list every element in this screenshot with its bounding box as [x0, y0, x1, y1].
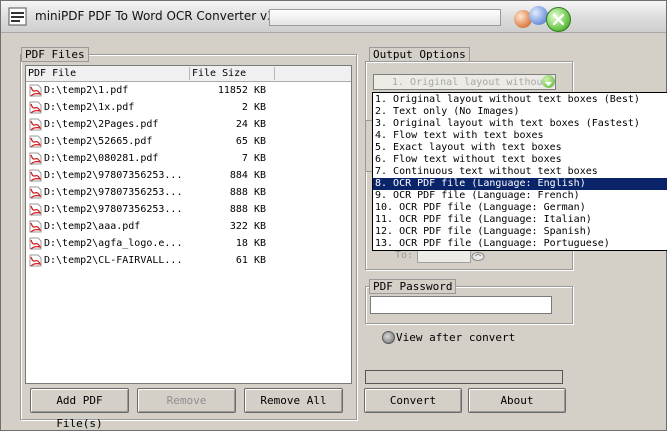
table-row[interactable]: D:\temp2\2Pages.pdf 24 KB — [26, 116, 351, 133]
file-name: D:\temp2\97807356253... — [44, 204, 183, 215]
file-size: 884 KB — [229, 170, 266, 181]
file-size: 61 KB — [235, 255, 266, 266]
file-name: D:\temp2\52665.pdf — [44, 136, 153, 147]
dropdown-option[interactable]: 1. Original layout without text boxes (B… — [373, 94, 667, 106]
pdf-file-icon — [29, 169, 42, 182]
view-after-convert-label[interactable]: View after convert — [396, 331, 515, 344]
output-options-legend: Output Options — [369, 47, 470, 62]
pdf-files-legend: PDF Files — [21, 47, 89, 62]
pdf-file-icon — [29, 152, 42, 165]
window-title: miniPDF PDF To Word OCR Converter v3.2 — [35, 9, 287, 23]
pdf-file-icon — [29, 101, 42, 114]
pdf-password-legend: PDF Password — [369, 279, 457, 294]
file-name: D:\temp2\97807356253... — [44, 187, 183, 198]
pdf-file-icon — [29, 84, 42, 97]
table-row[interactable]: D:\temp2\agfa_logo.e... 18 KB — [26, 235, 351, 252]
view-after-convert-radio[interactable] — [382, 331, 395, 344]
dropdown-arrow-icon[interactable] — [542, 75, 555, 88]
file-size: 7 KB — [241, 153, 266, 164]
table-row[interactable]: D:\temp2\1.pdf 11852 KB — [26, 82, 351, 99]
title-decoration — [269, 9, 501, 26]
file-size: 888 KB — [229, 204, 266, 215]
dropdown-option[interactable]: 4. Flow text with text boxes — [373, 130, 667, 142]
file-size: 11852 KB — [217, 85, 266, 96]
dropdown-option[interactable]: 8. OCR PDF file (Language: English) — [373, 178, 667, 190]
dropdown-option[interactable]: 12. OCR PDF file (Language: Spanish) — [373, 226, 667, 238]
dropdown-option[interactable]: 10. OCR PDF file (Language: German) — [373, 202, 667, 214]
column-header-file[interactable]: PDF File — [26, 67, 190, 80]
pdf-file-icon — [29, 203, 42, 216]
progress-bar — [365, 370, 563, 384]
dropdown-option[interactable]: 3. Original layout with text boxes (Fast… — [373, 118, 667, 130]
pdf-file-icon — [29, 220, 42, 233]
main-window: miniPDF PDF To Word OCR Converter v3.2 P… — [0, 0, 667, 431]
file-size: 65 KB — [235, 136, 266, 147]
table-row[interactable]: D:\temp2\CL-FAIRVALL... 61 KB — [26, 252, 351, 269]
file-size: 322 KB — [229, 221, 266, 232]
table-row[interactable]: D:\temp2\aaa.pdf 322 KB — [26, 218, 351, 235]
table-row[interactable]: D:\temp2\97807356253... 888 KB — [26, 184, 351, 201]
dropdown-option[interactable]: 2. Text only (No Images) — [373, 106, 667, 118]
pdf-file-icon — [29, 237, 42, 250]
table-row[interactable]: D:\temp2\97807356253... 888 KB — [26, 201, 351, 218]
file-name: D:\temp2\agfa_logo.e... — [44, 238, 183, 249]
list-header: PDF File File Size — [26, 66, 351, 82]
file-name: D:\temp2\080281.pdf — [44, 153, 159, 164]
table-row[interactable]: D:\temp2\97807356253... 884 KB — [26, 167, 351, 184]
output-mode-select[interactable]: 1. Original layout without — [373, 74, 556, 90]
file-name: D:\temp2\CL-FAIRVALL... — [44, 255, 183, 266]
pdf-password-field[interactable] — [370, 296, 552, 314]
file-size: 24 KB — [235, 119, 266, 130]
dropdown-option[interactable]: 11. OCR PDF file (Language: Italian) — [373, 214, 667, 226]
file-size: 2 KB — [241, 102, 266, 113]
pdf-file-icon — [29, 135, 42, 148]
title-bar[interactable]: miniPDF PDF To Word OCR Converter v3.2 — [1, 1, 666, 33]
remove-button[interactable]: Remove — [137, 388, 236, 413]
remove-all-button[interactable]: Remove All — [244, 388, 343, 413]
page-to-field[interactable] — [417, 249, 471, 263]
pdf-file-icon — [29, 118, 42, 131]
convert-button[interactable]: Convert — [364, 388, 462, 413]
file-name: D:\temp2\aaa.pdf — [44, 221, 141, 232]
dropdown-option[interactable]: 5. Exact layout with text boxes — [373, 142, 667, 154]
file-name: D:\temp2\1.pdf — [44, 85, 129, 96]
file-name: D:\temp2\2Pages.pdf — [44, 119, 159, 130]
dropdown-option[interactable]: 13. OCR PDF file (Language: Portuguese) — [373, 238, 667, 250]
close-button[interactable] — [546, 7, 571, 32]
to-label: To: — [395, 250, 414, 261]
table-row[interactable]: D:\temp2\080281.pdf 7 KB — [26, 150, 351, 167]
table-row[interactable]: D:\temp2\1x.pdf 2 KB — [26, 99, 351, 116]
maximize-button[interactable] — [529, 6, 548, 25]
about-button[interactable]: About — [468, 388, 566, 413]
dropdown-option[interactable]: 6. Flow text without text boxes — [373, 154, 667, 166]
dropdown-option[interactable]: 9. OCR PDF file (Language: French) — [373, 190, 667, 202]
close-icon — [552, 13, 565, 26]
output-mode-dropdown[interactable]: 1. Original layout without text boxes (B… — [372, 92, 667, 251]
pdf-file-icon — [29, 254, 42, 267]
file-size: 18 KB — [235, 238, 266, 249]
pdf-file-icon — [29, 186, 42, 199]
column-header-size[interactable]: File Size — [190, 67, 275, 80]
pdf-file-list[interactable]: PDF File File Size D:\temp2\1.pdf 11852 K… — [25, 65, 352, 384]
file-name: D:\temp2\97807356253... — [44, 170, 183, 181]
file-name: D:\temp2\1x.pdf — [44, 102, 135, 113]
file-size: 888 KB — [229, 187, 266, 198]
spin-icon[interactable] — [471, 251, 485, 262]
add-pdf-files-button[interactable]: Add PDF File(s) — [30, 388, 129, 430]
app-icon — [8, 7, 27, 26]
dropdown-option[interactable]: 7. Continuous text without text boxes — [373, 166, 667, 178]
table-row[interactable]: D:\temp2\52665.pdf 65 KB — [26, 133, 351, 150]
